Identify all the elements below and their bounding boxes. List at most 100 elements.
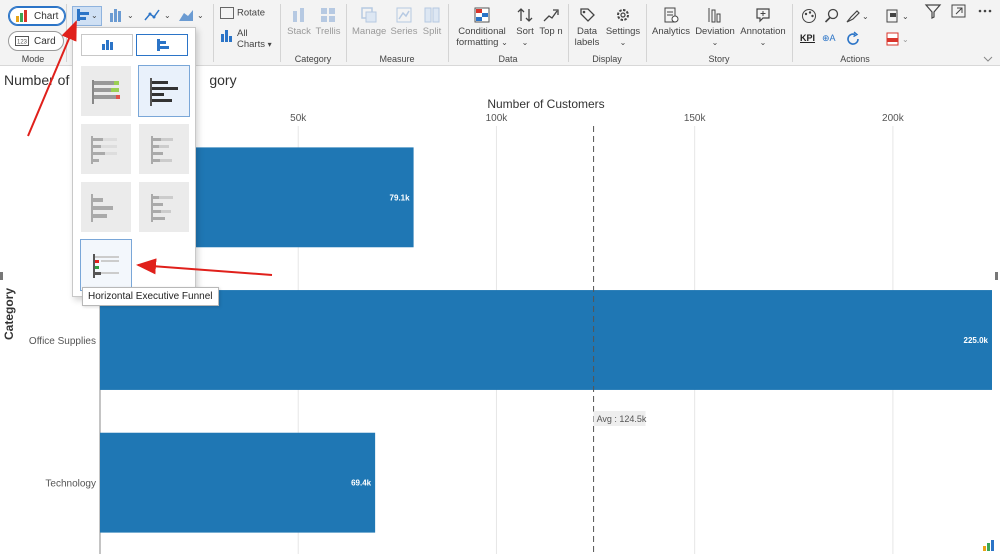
bar: [100, 432, 376, 533]
palette-icon[interactable]: [801, 8, 817, 24]
expand-icon[interactable]: [950, 3, 968, 19]
x-tick-label: 100k: [486, 113, 509, 124]
conditional-a-button[interactable]: ⊕A: [822, 33, 836, 44]
conditional-formatting-button[interactable]: Conditional formatting ⌄: [452, 7, 512, 48]
area-chart-type-button[interactable]: ⌄: [178, 7, 208, 26]
annotation-label: Annotation: [740, 26, 786, 37]
refresh-icon[interactable]: [845, 31, 861, 47]
mode-group-label: Mode: [21, 54, 45, 64]
export-icon[interactable]: ⌄: [885, 8, 913, 24]
chart-type-tooltip: Horizontal Executive Funnel: [82, 287, 219, 306]
manage-button[interactable]: Manage: [352, 7, 386, 37]
brush-icon[interactable]: ⌄: [845, 8, 871, 24]
annotation-button[interactable]: Annotation ⌄: [738, 7, 788, 48]
analytics-icon: [664, 7, 679, 23]
analytics-button[interactable]: Analytics: [650, 7, 692, 37]
line-chart-type-button[interactable]: ⌄: [143, 7, 173, 26]
trellis-icon: [321, 8, 335, 22]
split-button[interactable]: Split: [420, 7, 444, 37]
sort-icon: [517, 8, 533, 22]
annotation-icon: [756, 8, 770, 23]
resize-handle-left[interactable]: [0, 272, 3, 280]
split-label: Split: [422, 26, 442, 37]
measure-group-label: Measure: [379, 54, 415, 64]
display-group-label: Display: [592, 54, 622, 64]
ribbon-collapse-icon[interactable]: [982, 54, 994, 64]
series-button[interactable]: Series: [390, 7, 418, 37]
chart-tile-horizontal-executive-funnel[interactable]: [80, 239, 132, 291]
chart-tile-1[interactable]: [81, 66, 131, 116]
analytics-label: Analytics: [651, 26, 690, 37]
all-charts-label-2: Charts: [237, 39, 265, 50]
x-axis-label: Number of Customers: [487, 97, 604, 111]
bar-orientation-icon: [157, 39, 169, 51]
line-chart-icon: ⌄: [144, 9, 171, 21]
bar-chart-type-button[interactable]: ⌄: [72, 6, 102, 26]
conditional-formatting-icon: [474, 7, 490, 23]
filter-icon[interactable]: [924, 3, 942, 19]
card-mode-label: Card: [34, 35, 56, 47]
zoom-icon[interactable]: [824, 8, 840, 24]
kpi-label: KPI: [800, 33, 816, 43]
chart-tile-6[interactable]: [139, 182, 189, 232]
svg-text:⌄: ⌄: [902, 35, 909, 44]
category-group: Stack Trellis Category: [280, 0, 346, 66]
chart-tile-executive-bar[interactable]: [138, 65, 190, 117]
data-group-label: Data: [498, 54, 518, 64]
formatting-label: formatting: [456, 37, 499, 48]
top-n-label: Top n: [539, 26, 563, 37]
trellis-label: Trellis: [315, 26, 341, 37]
rotate-icon: [220, 7, 234, 19]
svg-text:⌄: ⌄: [127, 11, 134, 20]
top-n-button[interactable]: Top n: [538, 7, 564, 37]
stack-button[interactable]: Stack: [286, 7, 312, 37]
settings-label: Settings: [605, 26, 641, 37]
svg-text:⌄: ⌄: [902, 12, 909, 21]
all-charts-button[interactable]: All Charts ▾: [220, 28, 272, 50]
category-label: Office Supplies: [29, 336, 96, 347]
rotate-button[interactable]: Rotate: [220, 7, 265, 19]
trellis-button[interactable]: Trellis: [314, 7, 342, 37]
svg-text:⌄: ⌄: [197, 11, 204, 20]
bar-chart-icon: ⌄: [77, 9, 98, 21]
manage-label: Manage: [352, 26, 387, 37]
average-label: Avg : 124.5k: [597, 414, 647, 424]
measure-group: Manage Series Split Measure: [346, 0, 448, 66]
card-mode-button[interactable]: 123 Card: [8, 31, 64, 51]
top-n-icon: [543, 9, 559, 22]
split-icon: [424, 7, 440, 23]
resize-handle-right[interactable]: [995, 272, 998, 280]
deviation-button[interactable]: Deviation ⌄: [694, 7, 736, 48]
vertical-orientation-button[interactable]: [81, 34, 133, 56]
deviation-label: Deviation: [695, 26, 735, 37]
settings-button[interactable]: Settings ⌄: [604, 7, 642, 48]
rotate-label: Rotate: [237, 7, 265, 19]
kpi-button[interactable]: KPI: [800, 33, 815, 44]
svg-text:123: 123: [17, 40, 28, 46]
column-chart-type-button[interactable]: ⌄: [108, 7, 138, 26]
variance-bar-icon: [92, 80, 120, 104]
horizontal-orientation-button[interactable]: [136, 34, 188, 56]
more-options-icon[interactable]: [976, 3, 994, 19]
svg-text:⌄: ⌄: [91, 11, 98, 20]
all-charts-label: All: [237, 28, 248, 39]
chart-tile-5[interactable]: [81, 182, 131, 232]
divider: [66, 4, 67, 62]
area-chart-icon: ⌄: [179, 10, 204, 21]
chart-mode-label: Chart: [34, 10, 59, 22]
chart-tile-3[interactable]: [81, 124, 131, 174]
sort-button[interactable]: Sort ⌄: [514, 7, 536, 48]
svg-text:⌄: ⌄: [164, 11, 171, 20]
chart-tile-4[interactable]: [139, 124, 189, 174]
pdf-icon[interactable]: ⌄: [885, 31, 913, 47]
chart-mode-button[interactable]: Chart: [8, 6, 67, 26]
x-tick-label: 150k: [684, 113, 707, 124]
data-group: Conditional formatting ⌄ Sort ⌄ Top n Dat…: [448, 0, 568, 66]
y-axis-label: Category: [2, 287, 16, 340]
deviation-icon: [708, 8, 721, 23]
bar-variant-icon: [91, 194, 113, 222]
column-orientation-icon: [102, 40, 113, 50]
data-labels-button[interactable]: Data labels: [572, 7, 602, 48]
all-charts-icon: [221, 30, 232, 42]
story-group: Analytics Deviation ⌄ Annotation ⌄ Story: [646, 0, 792, 66]
